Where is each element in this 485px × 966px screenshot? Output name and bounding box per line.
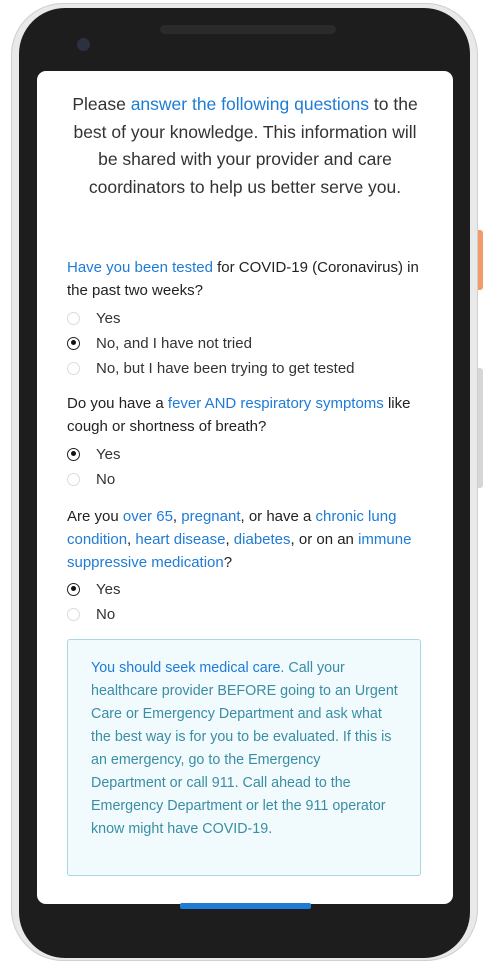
radio-button[interactable] [67, 607, 80, 621]
q1-option-no-trying[interactable]: No, but I have been trying to get tested [67, 357, 355, 379]
heart-disease-link[interactable]: heart disease [135, 531, 225, 548]
radio-button[interactable] [67, 311, 80, 325]
fever-link[interactable]: fever AND respiratory symptoms [168, 395, 384, 412]
radio-button-selected[interactable] [67, 582, 80, 596]
q1-option-yes[interactable]: Yes [67, 307, 120, 329]
over-65-link[interactable]: over 65 [123, 508, 173, 525]
pregnant-link[interactable]: pregnant [181, 508, 240, 525]
q1-option-no-not-tried[interactable]: No, and I have not tried [67, 332, 252, 354]
radio-button[interactable] [67, 472, 80, 486]
tested-link[interactable]: Have you been tested [67, 259, 213, 276]
speaker-grille [160, 25, 336, 34]
radio-button[interactable] [67, 361, 80, 375]
result-box: You should seek medical care. Call your … [67, 639, 421, 876]
diabetes-link[interactable]: diabetes [234, 531, 291, 548]
question-risk-factors: Are you over 65, pregnant, or have a chr… [67, 508, 412, 571]
intro-text: Please answer the following questions to… [72, 94, 418, 197]
question-fever: Do you have a fever AND respiratory symp… [67, 395, 411, 435]
volume-button [478, 368, 483, 488]
result-body: . Call your healthcare provider BEFORE g… [91, 660, 398, 837]
power-button [478, 230, 483, 290]
intro-link[interactable]: answer the following questions [131, 94, 369, 114]
home-indicator[interactable] [180, 903, 311, 909]
result-lead: You should seek medical care [91, 660, 281, 676]
question-tested: Have you been tested for COVID-19 (Coron… [67, 259, 419, 299]
front-camera-icon [77, 38, 90, 51]
radio-button-selected[interactable] [67, 447, 80, 461]
q2-option-yes[interactable]: Yes [67, 443, 120, 465]
q3-option-no[interactable]: No [67, 603, 115, 625]
screen: Please answer the following questions to… [37, 71, 453, 904]
radio-button-selected[interactable] [67, 336, 80, 350]
q3-option-yes[interactable]: Yes [67, 578, 120, 600]
q2-option-no[interactable]: No [67, 468, 115, 490]
